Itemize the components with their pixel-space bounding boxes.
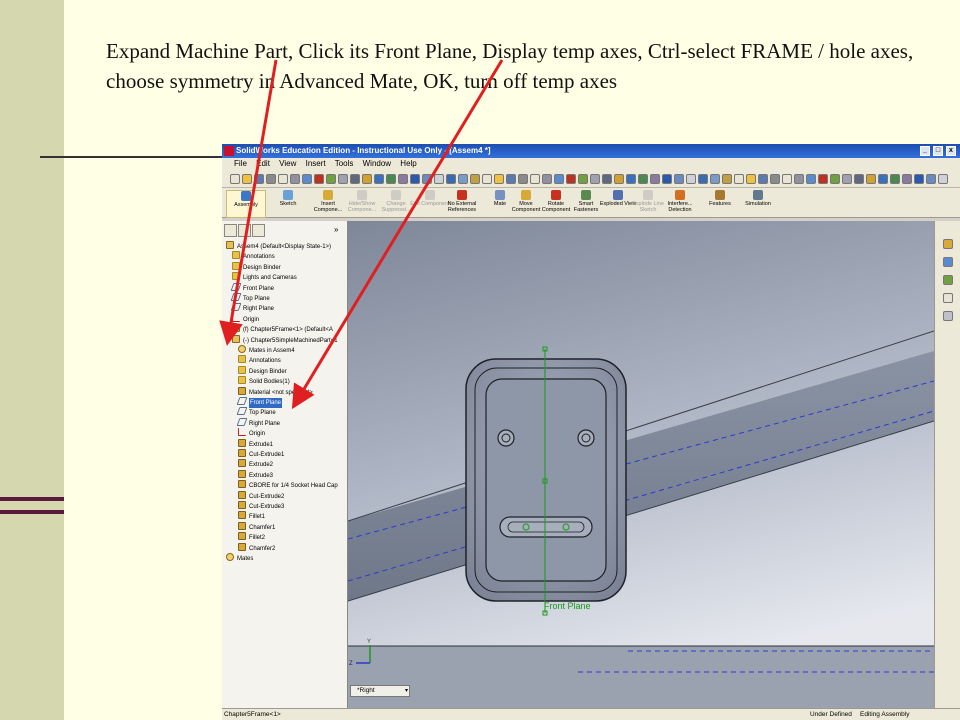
annotation-arrow: [291, 59, 504, 410]
annotation-arrow: [219, 59, 278, 346]
annotation-overlay: [219, 59, 504, 410]
